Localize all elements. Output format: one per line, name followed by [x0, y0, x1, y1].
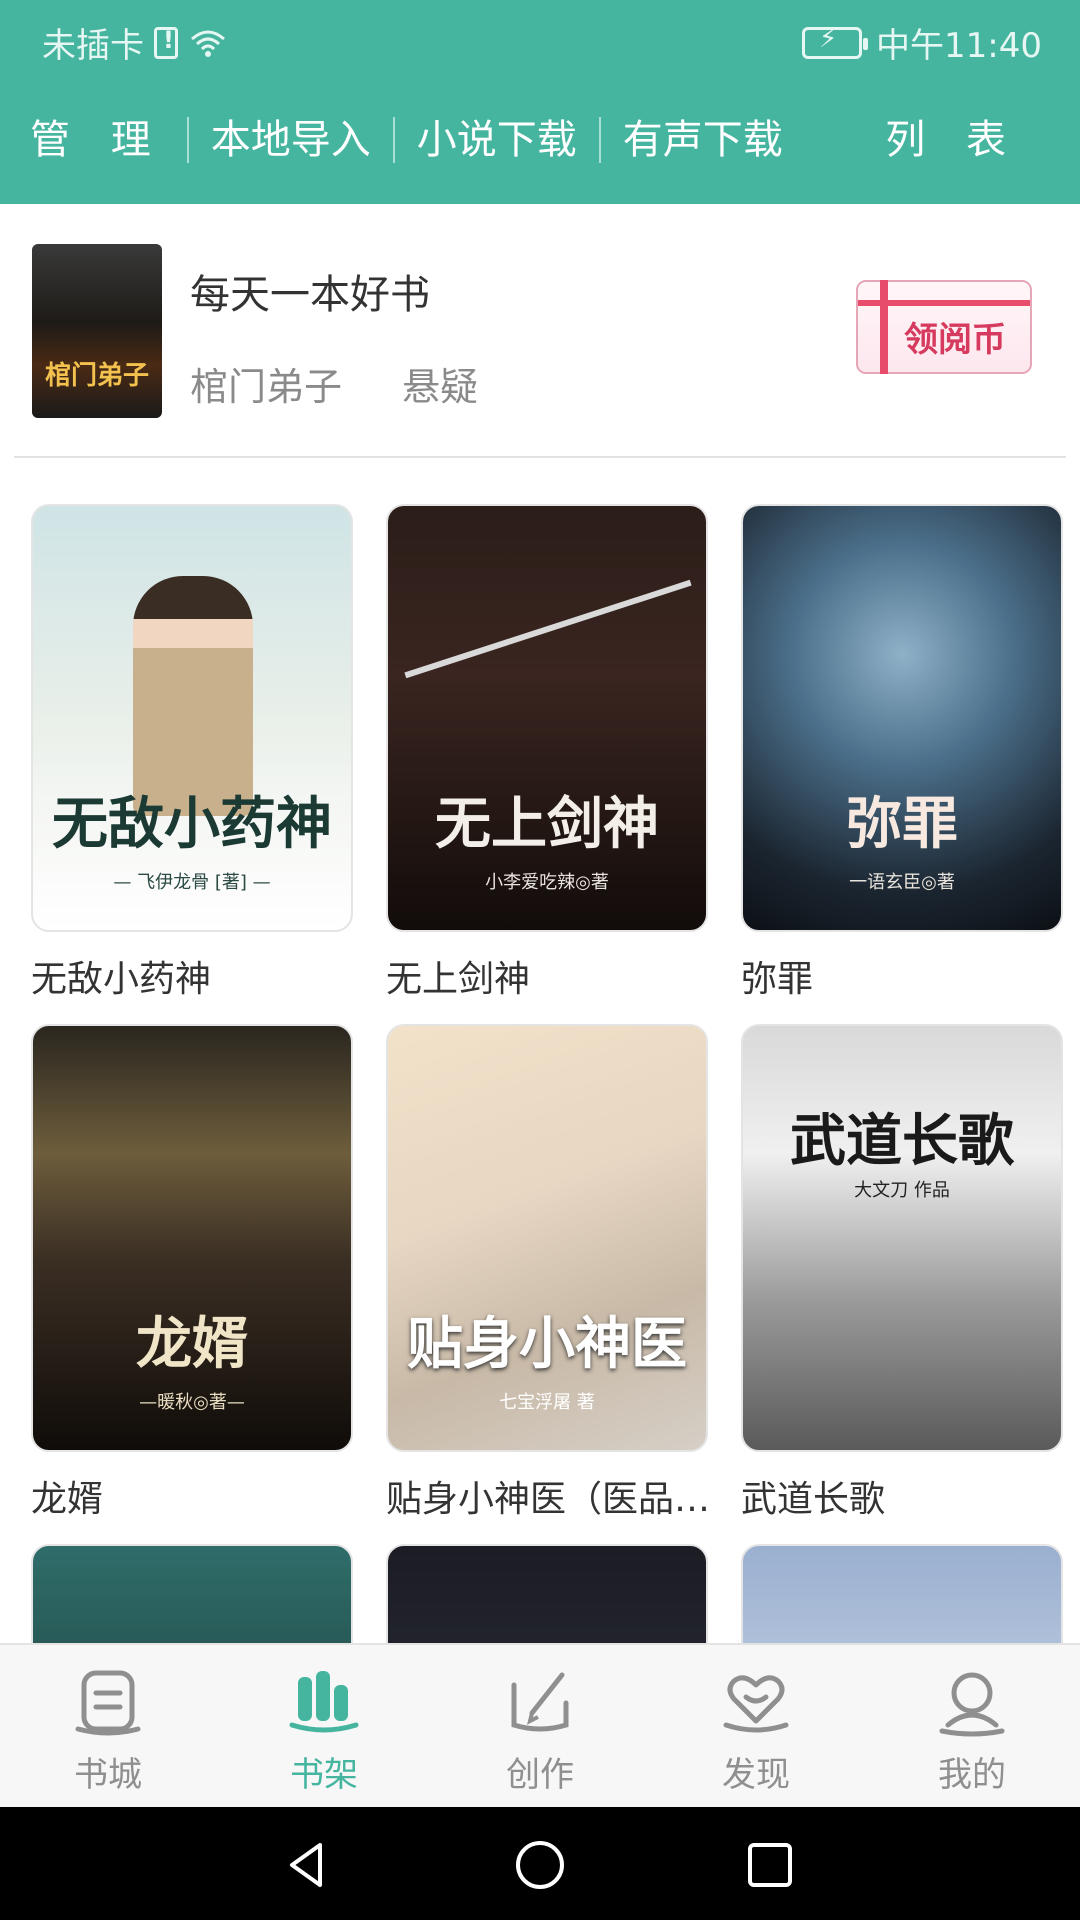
tab-label: 书城 [74, 1755, 142, 1795]
bottom-nav: 书城 书架 创作 发现 我的 [0, 1643, 1080, 1807]
clock-text: 中午11:40 [876, 26, 1042, 66]
cover-title: 无敌小药神 [52, 791, 332, 857]
recommendation-heading: 每天一本好书 [190, 272, 430, 318]
recommended-book-title: 棺门弟子 [190, 365, 343, 409]
book-cover[interactable]: 龙婿 —暖秋◎著— [31, 1024, 353, 1452]
tab-bookshelf[interactable]: 书架 [216, 1645, 432, 1807]
cover-author: —暖秋◎著— [139, 1392, 245, 1413]
tab-label: 发现 [722, 1755, 790, 1795]
book-item[interactable]: 无敌小药神 — 飞伊龙骨 [著] — 无敌小药神 [31, 504, 353, 1002]
cover-title: 龙婿 [136, 1311, 248, 1377]
book-cover[interactable]: 无上剑神 小李爱吃辣◎著 [386, 504, 708, 932]
battery-charging-icon: ⚡ [802, 24, 869, 59]
list-view-button[interactable]: 列 表 [863, 117, 1042, 163]
book-cover[interactable] [386, 1544, 708, 1644]
book-item[interactable]: 无上剑神 小李爱吃辣◎著 无上剑神 [386, 504, 708, 1002]
wifi-icon [191, 30, 225, 57]
book-title[interactable]: 无上剑神 [386, 950, 726, 1002]
book-item[interactable]: 武道长歌 大文刀 作品 武道长歌 [741, 1024, 1063, 1522]
cover-title: 无上剑神 [435, 791, 659, 857]
app-header: 未插卡 ⚡ 中午11:40 管 理 本地导入 小说下载 有声下载 列 表 [0, 0, 1080, 204]
bookshelf-grid: 无敌小药神 — 飞伊龙骨 [著] — 无敌小药神 无上剑神 小李爱吃辣◎著 无上… [0, 458, 1080, 1644]
cover-author: — 飞伊龙骨 [著] — [113, 872, 271, 893]
book-cover[interactable]: 弥罪 一语玄臣◎著 [741, 504, 1063, 932]
cover-title: 弥罪 [846, 791, 958, 857]
back-icon[interactable] [280, 1837, 336, 1893]
status-bar: 未插卡 ⚡ 中午11:40 [0, 0, 1080, 76]
recents-icon[interactable] [742, 1837, 798, 1893]
manage-button[interactable]: 管 理 [0, 117, 187, 163]
cover-author: 一语玄臣◎著 [849, 872, 955, 893]
book-item[interactable] [386, 1544, 708, 1644]
book-item[interactable] [741, 1544, 1063, 1644]
book-title[interactable]: 贴身小神医（医品… [386, 1470, 726, 1522]
recommendation-meta: 棺门弟子 悬疑 [190, 356, 478, 411]
cover-author: 小李爱吃辣◎著 [485, 872, 609, 893]
book-title[interactable]: 武道长歌 [741, 1470, 1080, 1522]
novel-download-button[interactable]: 小说下载 [395, 117, 599, 163]
book-item[interactable]: 龙婿 —暖秋◎著— 龙婿 [31, 1024, 353, 1522]
system-nav-bar [0, 1807, 1080, 1920]
cover-title: 贴身小神医 [407, 1311, 687, 1377]
book-cover[interactable]: 无敌小药神 — 飞伊龙骨 [著] — [31, 504, 353, 932]
cover-author: 大文刀 作品 [854, 1180, 950, 1201]
book-item[interactable] [31, 1544, 353, 1644]
audio-download-button[interactable]: 有声下载 [601, 117, 805, 163]
top-nav: 管 理 本地导入 小说下载 有声下载 列 表 [0, 100, 1080, 180]
book-cover[interactable]: 武道长歌 大文刀 作品 [741, 1024, 1063, 1452]
claim-coins-label: 领阅币 [904, 320, 1006, 360]
book-title[interactable]: 龙婿 [31, 1470, 371, 1522]
book-title[interactable]: 无敌小药神 [31, 950, 371, 1002]
book-title[interactable]: 弥罪 [741, 950, 1080, 1002]
cover-author: 七宝浮屠 著 [499, 1392, 595, 1413]
claim-coins-button[interactable]: 领阅币 [856, 280, 1032, 374]
book-cover[interactable]: 贴身小神医 七宝浮屠 著 [386, 1024, 708, 1452]
tab-label: 我的 [938, 1755, 1006, 1795]
sim-alert-icon [154, 26, 178, 59]
gift-ribbon-icon [880, 280, 888, 374]
tab-label: 书架 [290, 1755, 358, 1795]
local-import-button[interactable]: 本地导入 [189, 117, 393, 163]
bookshelf-icon [289, 1671, 359, 1733]
tab-create[interactable]: 创作 [432, 1645, 648, 1807]
discover-icon [723, 1675, 789, 1733]
daily-recommendation[interactable]: 棺门弟子 每天一本好书 棺门弟子 悬疑 领阅币 [0, 204, 1080, 458]
tab-profile[interactable]: 我的 [864, 1645, 1080, 1807]
bookstore-icon [75, 1670, 141, 1736]
profile-icon [939, 1672, 1005, 1737]
tab-discover[interactable]: 发现 [648, 1645, 864, 1807]
tab-bookstore[interactable]: 书城 [0, 1645, 216, 1807]
book-item[interactable]: 弥罪 一语玄臣◎著 弥罪 [741, 504, 1063, 1002]
home-icon[interactable] [512, 1837, 568, 1893]
recommended-book-genre: 悬疑 [402, 365, 479, 409]
book-cover[interactable] [31, 1544, 353, 1644]
gift-ribbon-band [858, 300, 1030, 306]
cover-illustration [404, 579, 692, 679]
recommended-cover-title: 棺门弟子 [44, 361, 149, 391]
tab-label: 创作 [506, 1755, 574, 1795]
recommended-book-cover[interactable]: 棺门弟子 [32, 244, 162, 418]
book-item[interactable]: 贴身小神医 七宝浮屠 著 贴身小神医（医品… [386, 1024, 710, 1522]
book-cover[interactable] [741, 1544, 1063, 1644]
create-icon [511, 1672, 569, 1732]
carrier-text: 未插卡 [42, 26, 144, 66]
